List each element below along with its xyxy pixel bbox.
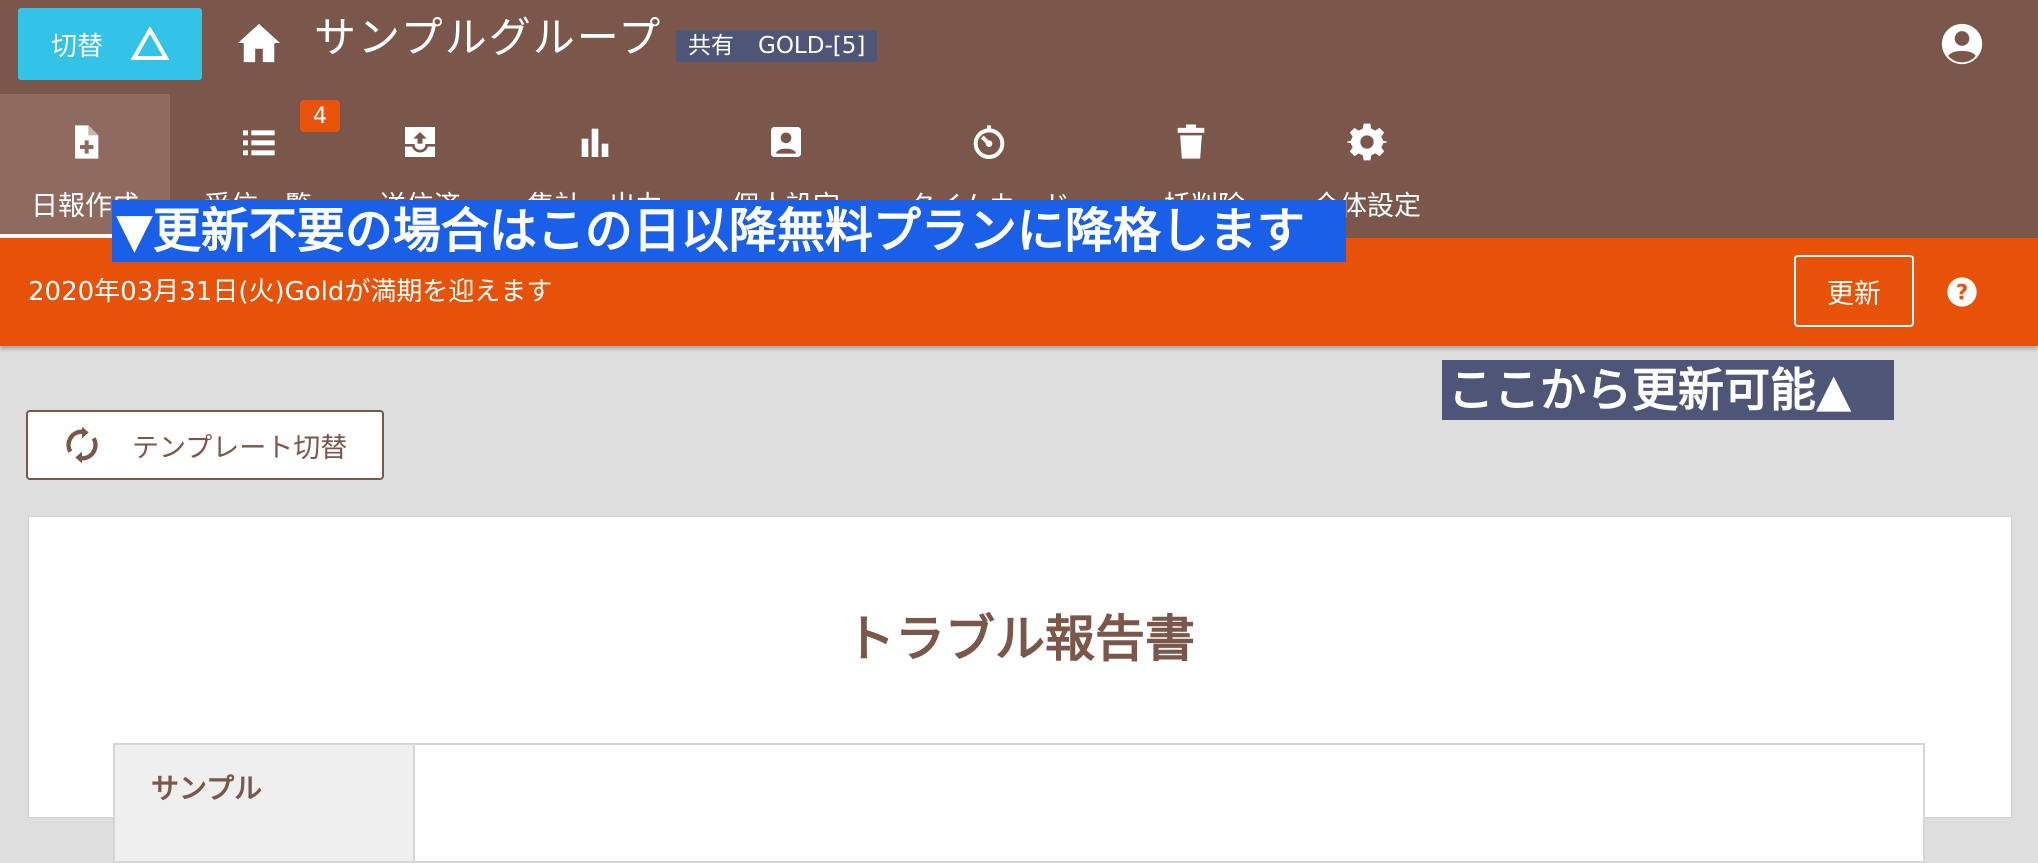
svg-text:?: ? — [1956, 280, 1968, 305]
template-switch-label: テンプレート切替 — [132, 432, 348, 464]
help-icon[interactable]: ? — [1946, 276, 1978, 308]
file-plus-icon — [75, 125, 99, 159]
plan-badge-shared: 共有 — [688, 33, 734, 59]
trash-icon — [1177, 124, 1205, 159]
renew-button[interactable]: 更新 — [1794, 255, 1914, 327]
report-row-value[interactable] — [415, 745, 1923, 861]
triangle-icon — [131, 27, 169, 60]
home-icon[interactable] — [236, 22, 282, 64]
plan-badge: 共有 GOLD-[5] — [676, 30, 878, 62]
sync-icon — [66, 426, 98, 464]
switch-button-label: 切替 — [50, 31, 103, 62]
list-icon — [243, 130, 275, 156]
report-table: サンプル — [113, 743, 1925, 863]
plan-badge-plan: GOLD-[5] — [758, 33, 866, 59]
outbox-icon — [405, 127, 435, 157]
annotation-downgrade-note: ▼更新不要の場合はこの日以降無料プランに降格します — [112, 200, 1346, 262]
report-title: トラブル報告書 — [845, 610, 1195, 668]
account-box-icon — [771, 127, 801, 157]
template-switch-button[interactable]: テンプレート切替 — [26, 410, 384, 480]
switch-button[interactable]: 切替 — [18, 8, 202, 80]
timer-icon — [973, 125, 1005, 159]
annotation-renew-note: ここから更新可能▲ — [1442, 360, 1894, 420]
report-row-label: サンプル — [115, 745, 415, 861]
account-icon[interactable] — [1940, 22, 1984, 66]
inbox-count-badge: 4 — [300, 100, 340, 132]
gear-icon — [1347, 123, 1387, 161]
report-card: トラブル報告書 サンプル — [28, 516, 2012, 863]
group-name: サンプルグループ — [314, 13, 663, 62]
bar-chart-icon — [581, 128, 609, 157]
